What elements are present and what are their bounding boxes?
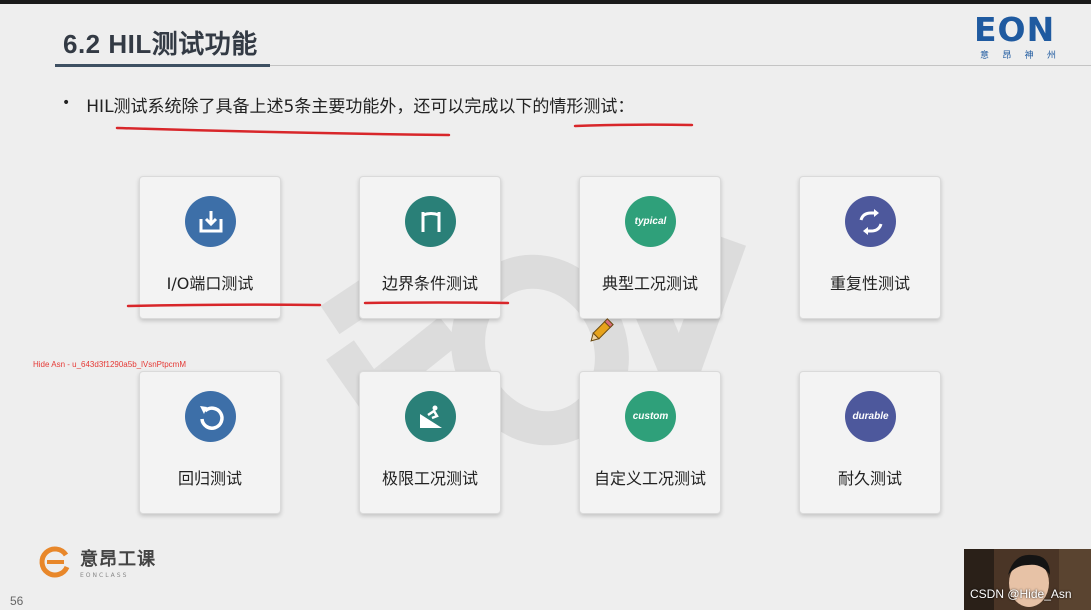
logo-sub-char: 意: [980, 51, 990, 61]
ski-slope-icon: [405, 391, 456, 442]
user-watermark-text: Hide Asn - u_643d3f1290a5b_lVsnPtpcmM: [33, 360, 186, 369]
footer-brand-text: 意昂工课 EONCLASS: [80, 545, 156, 579]
durable-icon-text: durable: [852, 411, 889, 422]
webcam-overlay: CSDN @Hide_Asn: [964, 549, 1091, 610]
card-regression-test[interactable]: 回归测试: [139, 371, 281, 514]
undo-icon: [185, 391, 236, 442]
annotation-underline: [115, 126, 451, 137]
card-typical-test[interactable]: typical 典型工况测试: [579, 176, 721, 319]
custom-icon: custom: [625, 391, 676, 442]
logo-text: EON: [974, 10, 1056, 49]
page-number: 56: [10, 594, 24, 608]
logo-subtitle: 意 昂 神 州: [974, 48, 1062, 61]
card-label: 耐久测试: [837, 469, 902, 488]
card-label: 典型工况测试: [601, 274, 698, 293]
title-divider: [270, 65, 1091, 66]
pencil-icon: [590, 318, 614, 342]
custom-icon-text: custom: [632, 411, 669, 422]
card-label: 自定义工况测试: [593, 469, 706, 488]
card-io-port-test[interactable]: I/O端口测试: [139, 176, 281, 319]
typical-icon-text: typical: [634, 216, 667, 227]
eon-logo: EON 意 昂 神 州: [974, 13, 1062, 63]
card-label: 边界条件测试: [381, 274, 478, 293]
footer-brand: 意昂工课 EONCLASS: [38, 545, 156, 579]
eonclass-logo-icon: [39, 546, 70, 578]
boundary-icon: [405, 196, 456, 247]
import-icon: [185, 196, 236, 247]
card-label: 重复性测试: [829, 274, 910, 293]
footer-brand-sub: EONCLASS: [80, 572, 129, 579]
card-boundary-test[interactable]: 边界条件测试: [359, 176, 501, 319]
bullet-text: HIL测试系统除了具备上述5条主要功能外，还可以完成以下的情形测试：: [86, 97, 635, 117]
card-custom-test[interactable]: custom 自定义工况测试: [579, 371, 721, 514]
card-extreme-test[interactable]: 极限工况测试: [359, 371, 501, 514]
repeat-icon: [845, 196, 896, 247]
slide-title: 6.2 HIL测试功能: [63, 29, 258, 59]
bullet-point: • HIL测试系统除了具备上述5条主要功能外，还可以完成以下的情形测试：: [62, 92, 634, 117]
logo-sub-char: 昂: [1002, 51, 1012, 61]
durable-icon: durable: [845, 391, 896, 442]
footer-brand-name: 意昂工课: [80, 549, 156, 570]
logo-sub-char: 州: [1046, 51, 1056, 61]
card-label: I/O端口测试: [166, 274, 254, 293]
title-underline: [55, 64, 270, 67]
typical-icon: typical: [625, 196, 676, 247]
webcam-caption: CSDN @Hide_Asn: [970, 587, 1072, 601]
card-label: 回归测试: [177, 469, 242, 488]
card-repeat-test[interactable]: 重复性测试: [799, 176, 941, 319]
logo-sub-char: 神: [1024, 51, 1034, 61]
card-durable-test[interactable]: durable 耐久测试: [799, 371, 941, 514]
card-label: 极限工况测试: [381, 469, 478, 488]
annotation-underline: [573, 123, 694, 128]
bullet-dot: •: [62, 95, 71, 111]
top-bar: [0, 0, 1091, 4]
